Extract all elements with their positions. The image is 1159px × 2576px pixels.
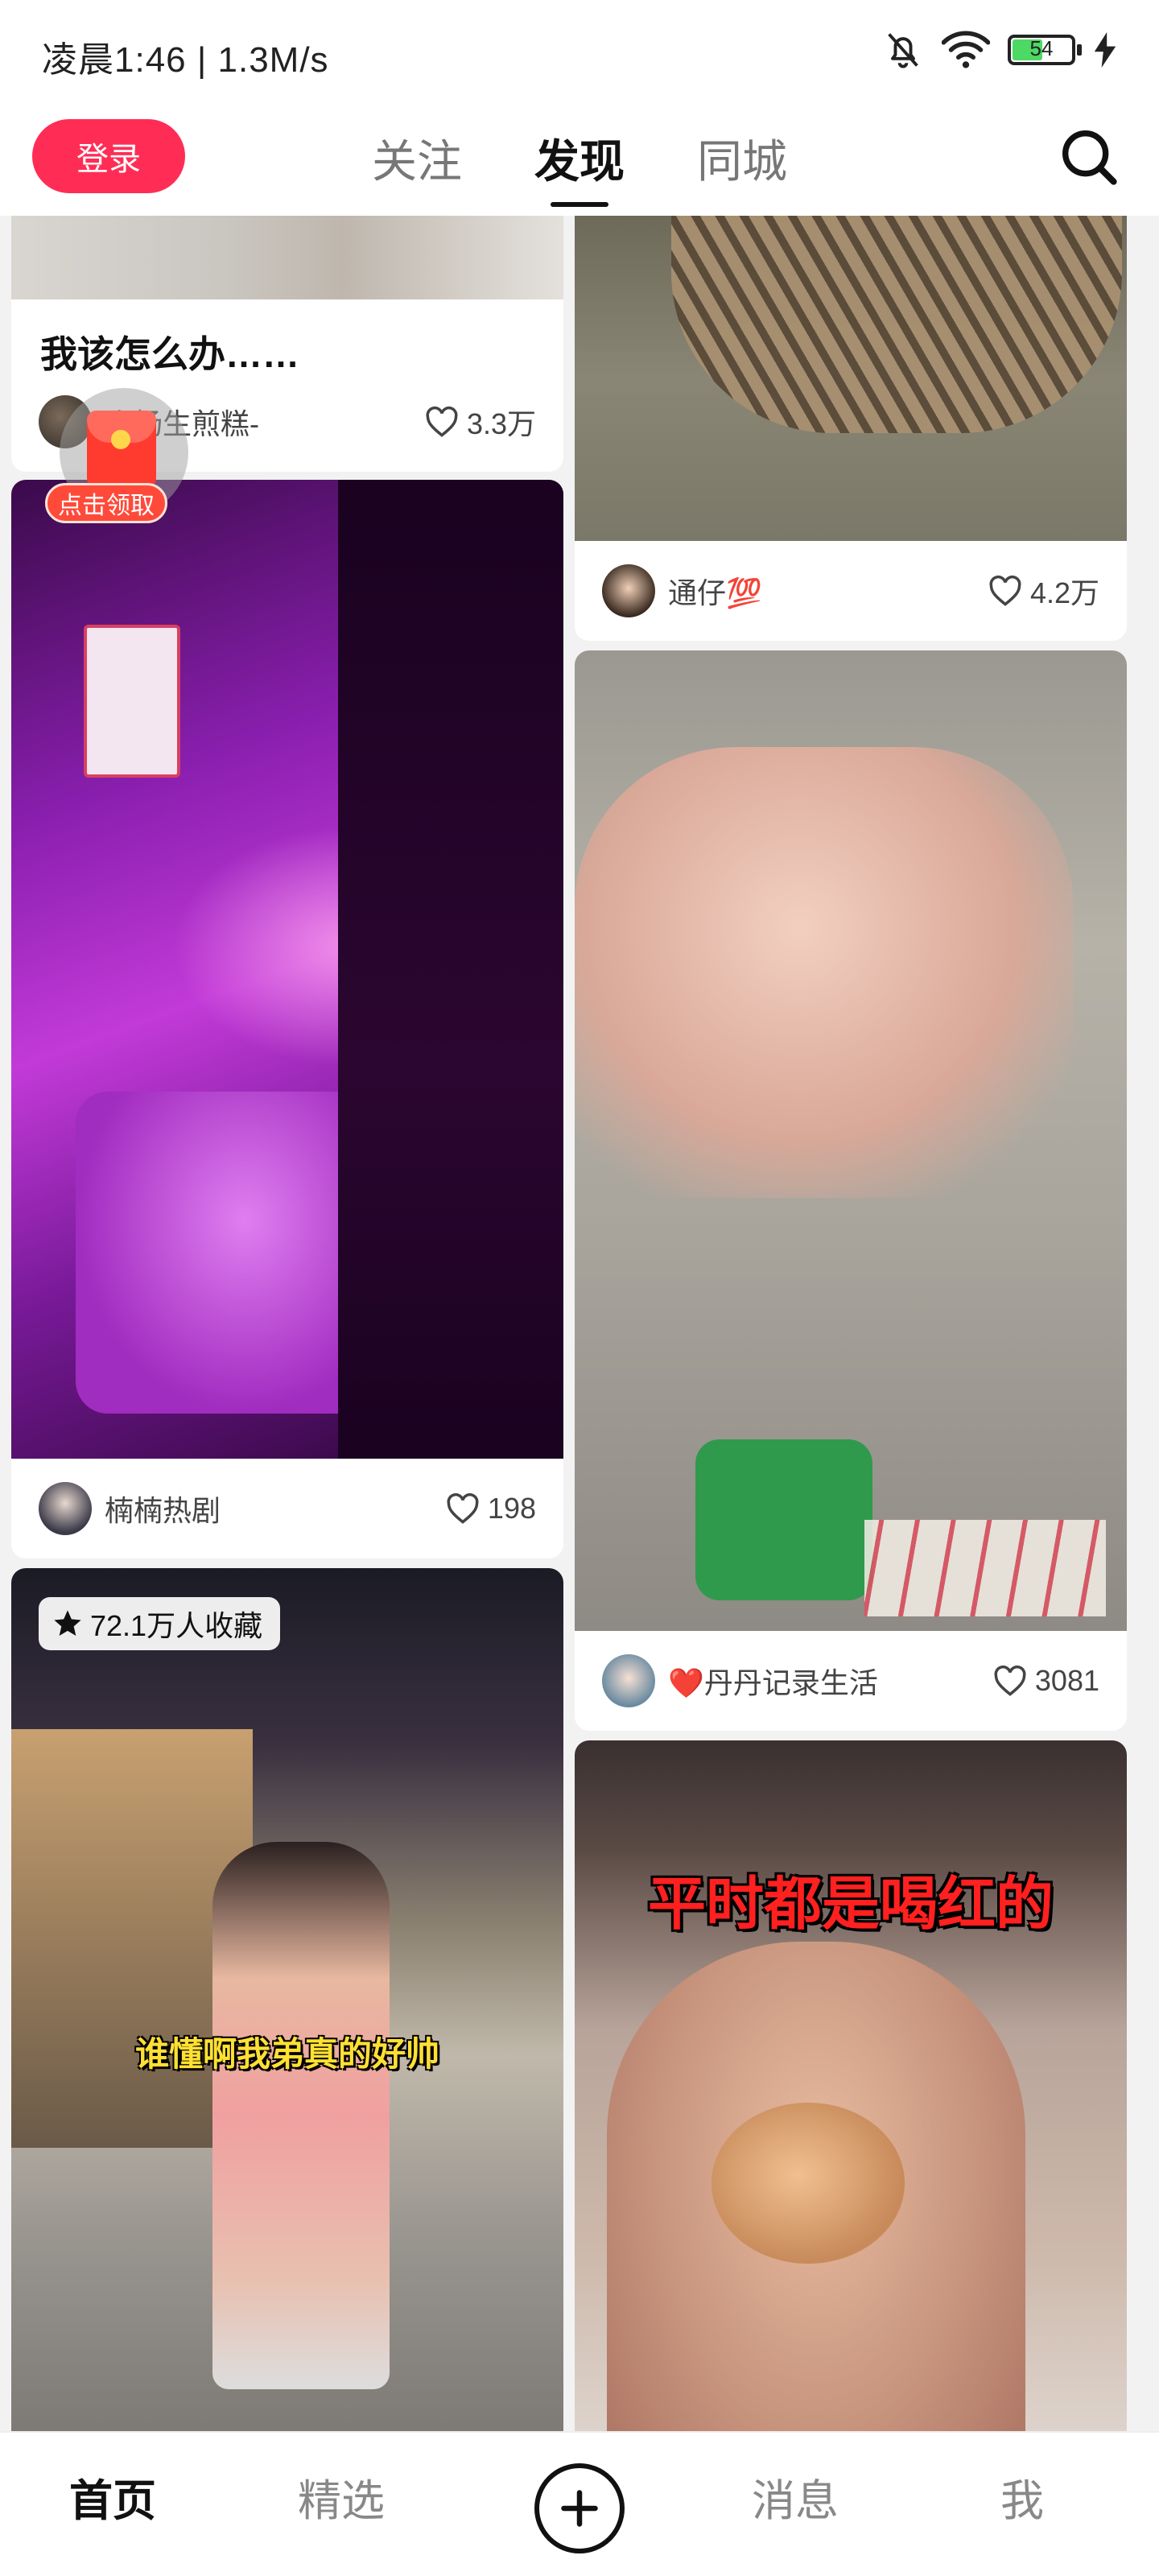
people-decoration [575,747,1074,1198]
favorites-count: 72.1万人收藏 [90,1609,263,1642]
tab-following[interactable]: 关注 [372,126,462,205]
avatar[interactable] [602,1654,655,1707]
like-count[interactable]: 3081 [993,1664,1099,1698]
cover-image: 谁懂啊我弟真的好帅 [11,1568,563,2431]
items-decoration [864,1520,1106,1616]
card-footer: ❤️丹丹记录生活 3081 [575,1631,1127,1731]
bell-off-icon [888,33,918,68]
heart-icon[interactable] [425,406,459,438]
heart-icon[interactable] [446,1492,480,1525]
hair-decoration [338,480,563,1459]
card-footer: 通仔💯 4.2万 [575,541,1127,641]
discover-feed[interactable]: 我该怎么办…… 小杨生煎糕- 3.3万 楠楠热剧 198 [0,216,1159,2431]
bag-decoration [695,1439,872,1600]
likes-value: 3.3万 [466,407,536,440]
author-name[interactable]: 楠楠热剧 [105,1488,446,1530]
heart-icon[interactable] [993,1665,1027,1697]
nav-messages[interactable]: 消息 [715,2465,876,2529]
like-count[interactable]: 4.2万 [988,570,1099,612]
video-caption: 谁懂啊我弟真的好帅 [134,2035,439,2073]
battery-icon: 54 [1008,35,1082,65]
author-name[interactable]: 通仔💯 [668,570,988,612]
add-post-button[interactable] [534,2463,625,2553]
avatar[interactable] [602,564,655,617]
basket-decoration [671,216,1122,433]
nav-profile[interactable]: 我 [942,2465,1103,2529]
card-footer: 楠楠热剧 198 [11,1459,563,1558]
people-decoration [212,1842,390,2389]
charging-bolt-icon [1094,32,1116,68]
likes-value: 198 [487,1492,536,1525]
red-packet-widget[interactable]: 点击领取 [45,388,188,525]
status-bar: 凌晨1:46 | 1.3M/s 54 [0,0,1159,103]
search-icon[interactable] [1056,124,1120,188]
nav-featured[interactable]: 精选 [261,2465,422,2529]
like-count[interactable]: 198 [446,1492,536,1525]
wifi-sign-decoration [84,625,180,778]
favorites-badge: 72.1万人收藏 [39,1597,281,1650]
author-name[interactable]: ❤️丹丹记录生活 [668,1660,993,1702]
video-caption: 平时都是喝红的 [647,1872,1054,1937]
cover-image [575,216,1127,541]
feed-card[interactable]: 通仔💯 4.2万 [575,216,1127,641]
top-tabs: 关注 发现 同城 [0,126,1159,205]
feed-card[interactable]: 平时都是喝红的 [575,1740,1127,2431]
heart-icon[interactable] [988,575,1022,607]
feed-card[interactable]: 楠楠热剧 198 [11,480,563,1558]
cover-image [11,216,563,299]
like-count[interactable]: 3.3万 [425,401,536,443]
feed-card[interactable]: ❤️丹丹记录生活 3081 [575,650,1127,1731]
likes-value: 4.2万 [1029,576,1099,609]
star-icon [54,1610,81,1636]
status-icons: 54 [882,29,1117,71]
status-time: 凌晨1:46 | 1.3M/s [42,40,329,80]
battery-percent: 54 [1029,36,1054,60]
cover-image: 平时都是喝红的 [575,1740,1127,2431]
avatar[interactable] [39,1482,92,1535]
mosquito-bulge-decoration [711,2103,905,2264]
tab-nearby[interactable]: 同城 [697,126,787,205]
bottom-nav: 首页 精选 消息 我 [0,2431,1159,2576]
claim-label[interactable]: 点击领取 [45,483,167,523]
post-title: 我该怎么办…… [40,333,299,375]
feed-card[interactable]: 谁懂啊我弟真的好帅 72.1万人收藏 [11,1568,563,2431]
plus-icon [561,2490,598,2527]
likes-value: 3081 [1034,1664,1099,1697]
nav-home[interactable]: 首页 [32,2465,193,2529]
tab-discover[interactable]: 发现 [534,126,625,205]
cover-image [575,650,1127,1631]
wifi-icon [942,31,990,68]
top-header: 登录 关注 发现 同城 [0,103,1159,216]
cover-image [11,480,563,1459]
